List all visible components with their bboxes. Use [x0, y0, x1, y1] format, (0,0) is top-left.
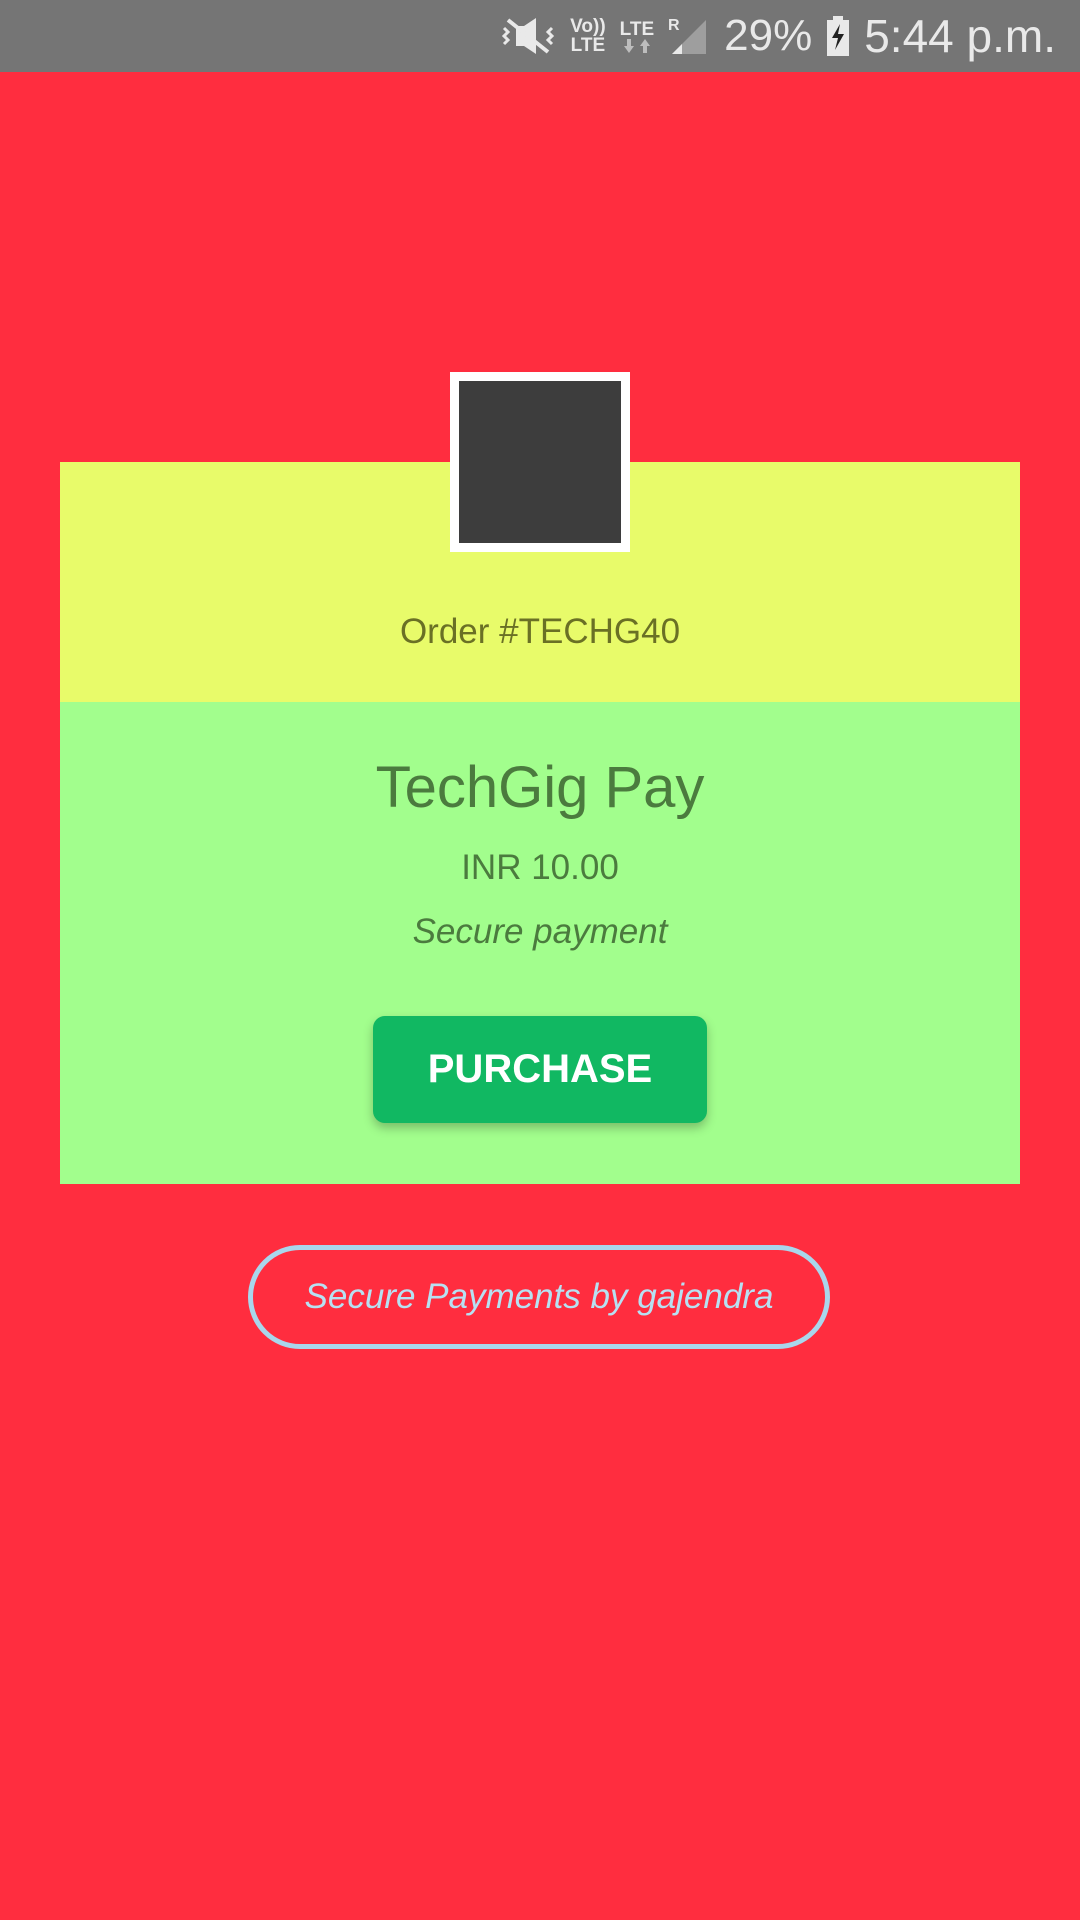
roaming-label: R	[668, 17, 680, 34]
lte-data-icon: LTE	[620, 0, 654, 72]
volte-icon: Vo)) LTE	[570, 0, 606, 72]
battery-percent: 29%	[724, 11, 813, 60]
merchant-logo	[450, 372, 630, 552]
signal-roaming-icon: R	[668, 0, 710, 72]
purchase-button[interactable]: PURCHASE	[373, 1016, 707, 1123]
battery-charging-icon	[826, 0, 850, 72]
status-bar: Vo)) LTE LTE R 29% 5:44 p.m.	[0, 0, 1080, 72]
merchant-name: TechGig Pay	[375, 755, 705, 820]
volte-bottom-label: LTE	[570, 35, 606, 56]
order-id: Order #TECHG40	[399, 612, 681, 651]
status-icons: Vo)) LTE LTE R 29% 5:44 p.m.	[486, 0, 1056, 72]
vibrate-mute-icon	[500, 0, 556, 72]
powered-by-badge: Secure Payments by gajendra	[248, 1245, 830, 1349]
clock: 5:44 p.m.	[864, 10, 1056, 62]
lte-label: LTE	[619, 18, 655, 40]
volte-top-label: Vo))	[570, 16, 606, 37]
payment-tagline: Secure payment	[412, 912, 668, 951]
powered-by-text: Secure Payments by gajendra	[304, 1277, 774, 1316]
payment-amount: INR 10.00	[461, 848, 619, 887]
